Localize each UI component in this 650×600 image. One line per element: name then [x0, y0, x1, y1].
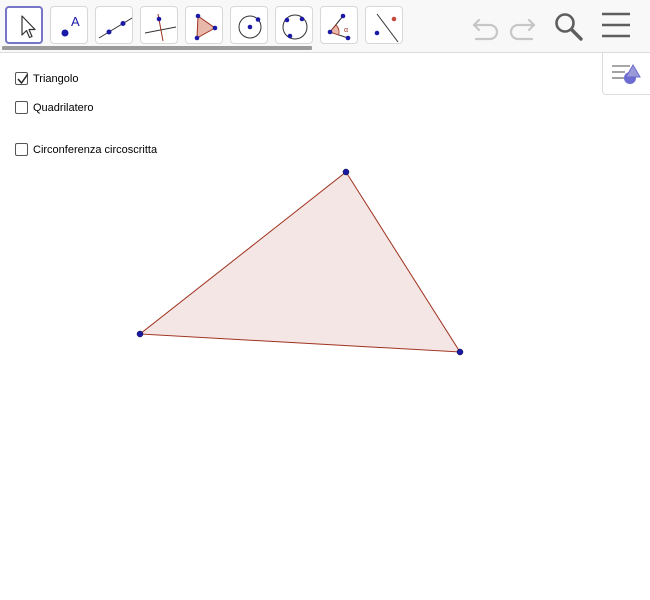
point-tool-letter: A	[71, 14, 80, 29]
reflect-tool-button[interactable]	[365, 6, 403, 44]
circle-three-points-tool-button[interactable]	[275, 6, 313, 44]
angle-tool-letter: α	[344, 27, 348, 34]
checkbox-box[interactable]	[15, 143, 28, 156]
perpendicular-line-tool-button[interactable]	[140, 6, 178, 44]
style-bar-toggle-button[interactable]	[602, 53, 650, 95]
circle-center-icon	[238, 15, 262, 39]
angle-tool-button[interactable]: α	[320, 6, 358, 44]
triangle-vertex-point[interactable]	[136, 330, 144, 338]
cursor-arrow-icon	[21, 15, 36, 39]
perpendicular-line-icon	[144, 13, 177, 42]
circle-three-points-icon	[282, 14, 308, 40]
triangle-vertex-point[interactable]	[342, 168, 350, 176]
style-bar-icon	[612, 64, 641, 84]
circle-center-point-tool-button[interactable]	[230, 6, 268, 44]
checkmark-icon	[17, 74, 29, 84]
angle-icon: α	[327, 13, 351, 41]
triangle-vertex-point[interactable]	[456, 348, 464, 356]
toolbar-scrollbar[interactable]	[2, 46, 312, 50]
undo-icon[interactable]	[470, 10, 502, 42]
polygon-icon	[194, 13, 218, 41]
move-tool-button[interactable]	[5, 6, 43, 44]
checkbox-label: Triangolo	[33, 73, 79, 85]
line-icon	[98, 17, 133, 39]
checkbox-box[interactable]	[15, 72, 29, 85]
polygon-tool-button[interactable]	[185, 6, 223, 44]
toolbar: A α	[0, 0, 650, 53]
redo-icon[interactable]	[506, 10, 538, 42]
reflect-icon	[374, 13, 399, 43]
search-icon[interactable]	[552, 10, 586, 44]
graphics-view	[136, 168, 464, 356]
point-tool-button[interactable]: A	[50, 6, 88, 44]
checkbox-label: Circonferenza circoscritta	[33, 144, 158, 156]
line-tool-button[interactable]	[95, 6, 133, 44]
point-icon: A	[61, 14, 80, 37]
checkbox-label: Quadrilatero	[33, 102, 94, 114]
hamburger-menu-icon[interactable]	[600, 10, 632, 42]
triangle-polygon[interactable]	[138, 171, 461, 353]
checkbox-box[interactable]	[15, 101, 28, 114]
